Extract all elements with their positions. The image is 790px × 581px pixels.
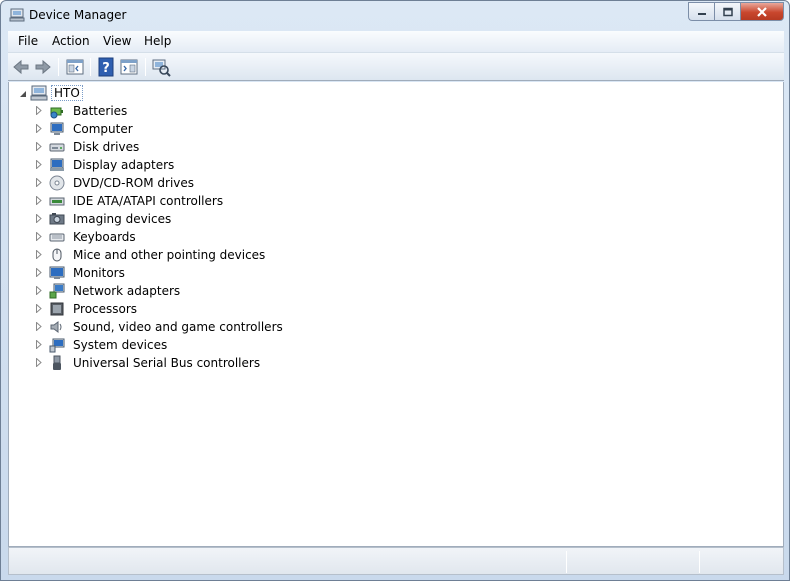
back-icon[interactable] [11,57,31,77]
expand-arrow-icon[interactable] [35,142,43,151]
expand-arrow-icon[interactable] [35,322,43,331]
tree-item[interactable]: Universal Serial Bus controllers [36,354,349,372]
tree-item-label: Imaging devices [73,212,172,226]
usb-icon [53,355,61,370]
device-manager-icon [9,8,25,22]
menu-action[interactable]: Action [52,34,90,48]
system-devices-icon [49,338,65,353]
expand-arrow-icon[interactable] [35,250,43,259]
expand-arrow-icon[interactable] [35,268,43,277]
device-tree-pane[interactable]: HTO Batteries Computer Disk drives Display … [8,82,784,547]
keyboard-icon [49,233,65,242]
tree-item-label: Processors [73,302,138,316]
tree-item[interactable]: Disk drives [36,138,349,156]
help-icon[interactable]: ? [96,57,116,77]
tree-item[interactable]: Batteries [36,102,349,120]
collapse-arrow-icon[interactable] [19,90,27,98]
minimize-button[interactable] [688,2,714,21]
tree-item-label: Disk drives [73,140,140,154]
menu-bar: File Action View Help [8,31,784,53]
expand-arrow-icon[interactable] [35,358,43,367]
toolbar-separator [58,58,59,76]
tree-item[interactable]: Imaging devices [36,210,349,228]
tree-item[interactable]: Sound, video and game controllers [36,318,349,336]
device-manager-window: Device Manager File Action View Help ? H… [0,0,790,581]
speaker-icon [50,321,62,333]
tree-item[interactable]: Computer [36,120,349,138]
dvd-icon [49,175,65,191]
maximize-icon [722,7,733,16]
expand-arrow-icon[interactable] [35,196,43,205]
maximize-button[interactable] [714,2,740,21]
tree-item[interactable]: Mice and other pointing devices [36,246,349,264]
toolbar: ? [8,53,784,81]
tree-item-label: Network adapters [73,284,181,298]
battery-icon [50,107,63,119]
expand-arrow-icon[interactable] [35,124,43,133]
status-bar [8,547,784,575]
tree-item-label: Computer [73,122,133,136]
tree-item-label: Universal Serial Bus controllers [73,356,261,370]
ide-controller-icon [49,197,65,206]
tree-item-label: Display adapters [73,158,175,172]
network-adapter-icon [49,283,65,299]
expand-arrow-icon[interactable] [35,214,43,223]
mouse-icon [52,248,62,262]
monitor-icon [49,266,65,279]
display-adapter-icon [50,158,64,171]
tree-item-label: Sound, video and game controllers [73,320,283,334]
forward-icon[interactable] [33,57,53,77]
close-button[interactable] [740,2,784,21]
scan-hardware-icon[interactable] [151,57,171,77]
console-tree-icon[interactable] [65,57,85,77]
minimize-icon [697,12,706,15]
expand-arrow-icon[interactable] [35,160,43,169]
title-bar[interactable]: Device Manager [1,1,789,31]
processor-icon [50,302,64,316]
expand-arrow-icon[interactable] [35,286,43,295]
disk-drive-icon [49,143,65,152]
close-icon [757,6,767,17]
camera-icon [49,213,65,225]
tree-item-label: Monitors [73,266,125,280]
expand-arrow-icon[interactable] [35,106,43,115]
tree-item-label: IDE ATA/ATAPI controllers [73,194,224,208]
toolbar-separator [145,58,146,76]
tree-item[interactable]: Display adapters [36,156,349,174]
toolbar-separator [90,58,91,76]
svg-text:?: ? [102,61,110,76]
expand-arrow-icon[interactable] [35,232,43,241]
tree-item-label: DVD/CD-ROM drives [73,176,195,190]
expand-arrow-icon[interactable] [35,340,43,349]
action-pane-icon[interactable] [119,57,139,77]
status-divider [566,551,567,573]
caption-buttons [688,2,784,22]
window-title: Device Manager [29,8,127,22]
tree-item[interactable]: Network adapters [36,282,349,300]
tree-item-label: Mice and other pointing devices [73,248,266,262]
tree-item-label: Keyboards [73,230,136,244]
tree-item[interactable]: DVD/CD-ROM drives [36,174,349,192]
tree-item-label: System devices [73,338,168,352]
tree-item-label: Batteries [73,104,128,118]
expand-arrow-icon[interactable] [35,178,43,187]
tree-item[interactable]: Processors [36,300,349,318]
tree-item[interactable]: IDE ATA/ATAPI controllers [36,192,349,210]
tree-item[interactable]: Keyboards [36,228,349,246]
menu-file[interactable]: File [18,34,38,48]
tree-item[interactable]: System devices [36,336,349,354]
tree-root-label[interactable]: HTO [51,85,83,101]
menu-help[interactable]: Help [144,34,171,48]
menu-view[interactable]: View [103,34,131,48]
computer-icon [30,85,48,101]
status-divider [699,551,700,573]
computer-monitor-icon [50,122,64,135]
tree-item[interactable]: Monitors [36,264,349,282]
expand-arrow-icon[interactable] [35,304,43,313]
